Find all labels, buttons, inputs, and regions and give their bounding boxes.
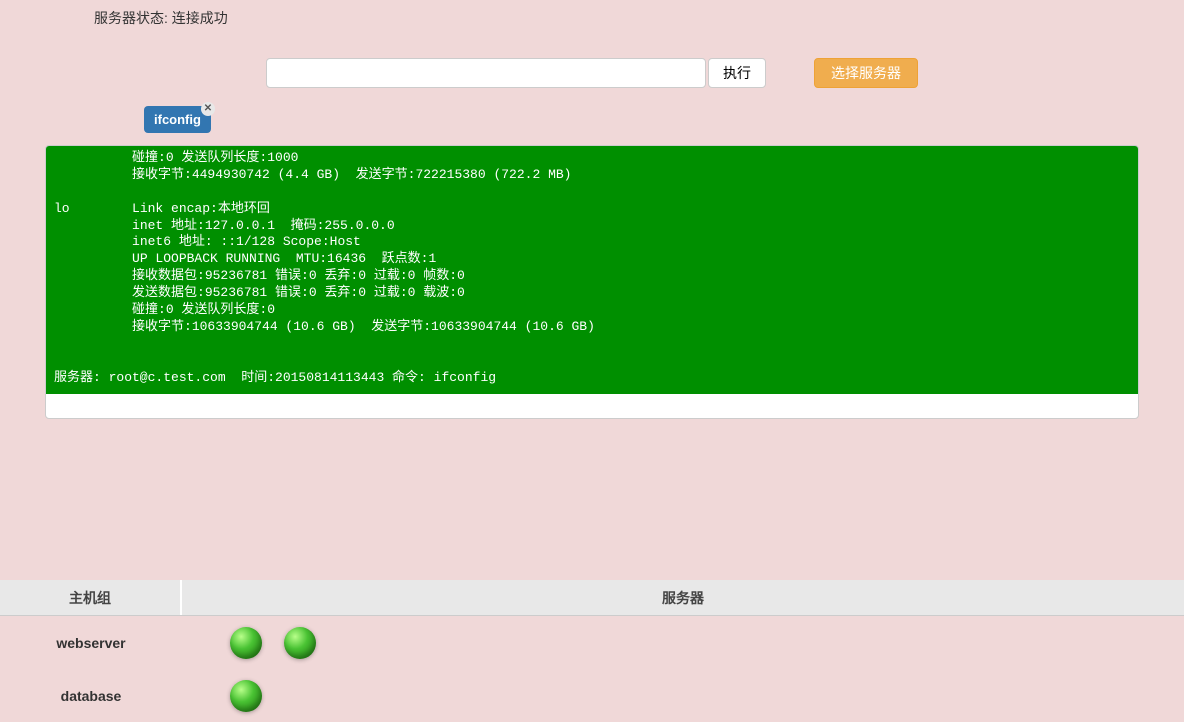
table-row: webserver <box>0 616 1184 669</box>
command-input[interactable] <box>266 58 706 88</box>
command-row: 执行 选择服务器 <box>0 58 1184 88</box>
terminal-output: 碰撞:0 发送队列长度:1000 接收字节:4494930742 (4.4 GB… <box>46 146 1138 394</box>
server-list <box>182 627 1184 659</box>
tag-label: ifconfig <box>154 112 201 127</box>
column-header-hostgroup: 主机组 <box>0 580 182 615</box>
host-table: 主机组 服务器 webserver database <box>0 580 1184 722</box>
table-row: database <box>0 669 1184 722</box>
table-header: 主机组 服务器 <box>0 580 1184 616</box>
hostgroup-name: webserver <box>0 635 182 651</box>
status-label: 服务器状态: <box>94 10 168 26</box>
command-tag[interactable]: ifconfig ✕ <box>144 106 211 133</box>
server-status-icon[interactable] <box>284 627 316 659</box>
status-value: 连接成功 <box>172 10 228 26</box>
column-header-server: 服务器 <box>182 580 1184 615</box>
server-list <box>182 680 1184 712</box>
select-server-button[interactable]: 选择服务器 <box>814 58 918 88</box>
terminal-container[interactable]: 碰撞:0 发送队列长度:1000 接收字节:4494930742 (4.4 GB… <box>45 145 1139 419</box>
server-status-icon[interactable] <box>230 627 262 659</box>
hostgroup-name: database <box>0 688 182 704</box>
server-status-icon[interactable] <box>230 680 262 712</box>
close-icon[interactable]: ✕ <box>201 102 215 116</box>
command-tags: ifconfig ✕ <box>0 106 1184 133</box>
server-status: 服务器状态: 连接成功 <box>0 8 1184 28</box>
execute-button[interactable]: 执行 <box>708 58 766 88</box>
